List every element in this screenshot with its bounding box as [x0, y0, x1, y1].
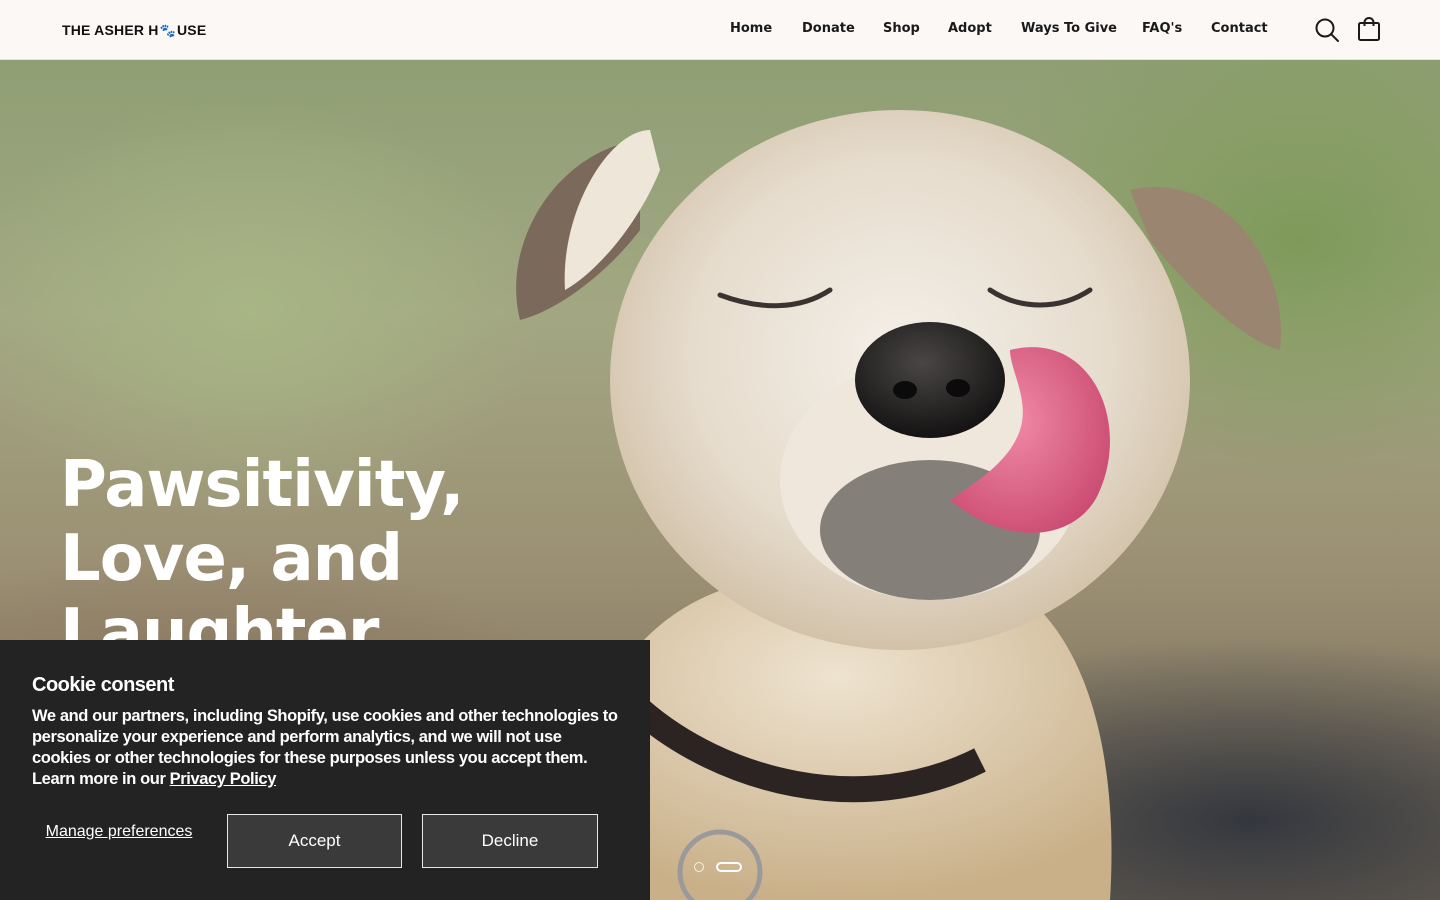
slide-indicators [694, 862, 742, 872]
logo-text-left: THE ASHER H [62, 22, 159, 38]
cookie-consent-banner: Cookie consent We and our partners, incl… [0, 640, 650, 900]
logo-text-right: USE [176, 22, 207, 38]
nav-ways-to-give[interactable]: Ways To Give [1021, 21, 1117, 36]
nav-home[interactable]: Home [730, 21, 772, 36]
shopping-bag-icon[interactable] [1356, 16, 1382, 42]
decline-button[interactable]: Decline [422, 814, 598, 868]
slide-dot-1[interactable] [694, 862, 704, 872]
manage-preferences-link[interactable]: Manage preferences [40, 822, 198, 841]
nav-shop[interactable]: Shop [883, 21, 920, 36]
cookie-body-text: We and our partners, including Shopify, … [32, 707, 618, 788]
accept-button[interactable]: Accept [227, 814, 402, 868]
slide-dot-2-active[interactable] [716, 862, 742, 872]
hero-heading-line-1: Pawsitivity, [60, 448, 464, 522]
nav-faqs[interactable]: FAQ's [1142, 21, 1182, 36]
site-logo[interactable]: THE ASHER H🐾USE [62, 22, 206, 39]
paw-icon: 🐾 [159, 23, 176, 38]
hero-heading: Pawsitivity, Love, and Laughter [60, 448, 464, 670]
cookie-body: We and our partners, including Shopify, … [32, 706, 622, 790]
nav-donate[interactable]: Donate [802, 21, 855, 36]
cookie-title: Cookie consent [32, 674, 174, 696]
nav-adopt[interactable]: Adopt [948, 21, 992, 36]
privacy-policy-link[interactable]: Privacy Policy [170, 770, 277, 788]
nav-contact[interactable]: Contact [1211, 21, 1268, 36]
site-header: THE ASHER H🐾USE Home Donate Shop Adopt W… [0, 0, 1440, 60]
hero-heading-line-2: Love, and [60, 522, 403, 596]
search-icon[interactable] [1314, 17, 1340, 43]
